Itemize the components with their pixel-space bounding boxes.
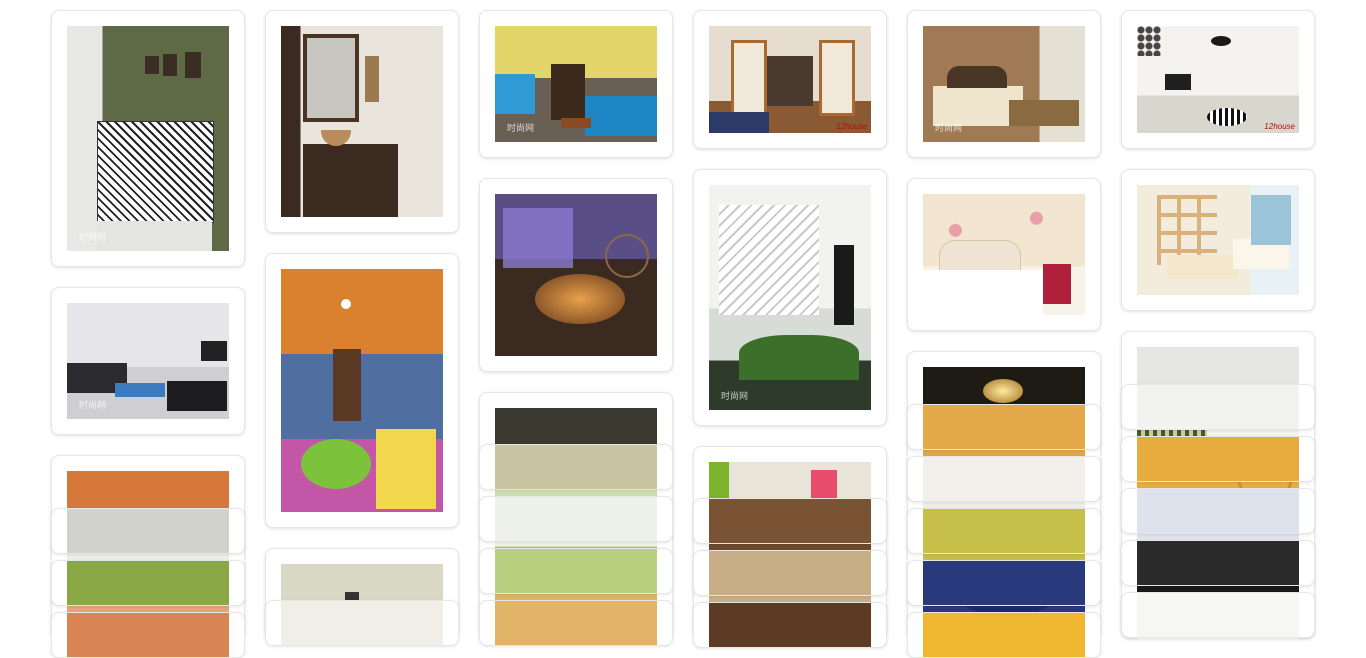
watermark: 时尚网 (721, 391, 749, 401)
loading-slice (265, 600, 459, 646)
photo-green-wall-cabinet[interactable]: 时尚网 (67, 26, 229, 251)
gallery-card-grey-living[interactable]: 时尚网 (51, 287, 245, 435)
loading-slice (51, 612, 245, 658)
photo-grey-living-room[interactable]: 时尚网 (67, 303, 229, 419)
watermark: 时尚网 (935, 123, 963, 133)
gallery-card-yellow-living[interactable]: 时尚网 (479, 10, 673, 158)
watermark-brand: 12house (1264, 122, 1295, 131)
gallery-card-candle-tub[interactable] (479, 178, 673, 372)
gallery-card-floral-bedroom[interactable] (907, 178, 1101, 331)
loading-slice (1121, 436, 1315, 482)
loading-slice (51, 508, 245, 554)
watermark: 时尚网 (507, 123, 535, 133)
photo-yellow-living-room[interactable]: 时尚网 (495, 26, 657, 142)
photo-wood-shelving-room[interactable] (1137, 185, 1299, 295)
gallery-card-white-living[interactable]: 12house (1121, 10, 1315, 149)
gallery-card-french-doors[interactable]: 12house (693, 10, 887, 149)
loading-slice (479, 496, 673, 542)
gallery-card-bathroom-vanity[interactable] (265, 10, 459, 233)
gallery-card-staircase[interactable]: 时尚网 (693, 169, 887, 426)
gallery-card-mosaic-bathroom[interactable] (265, 253, 459, 528)
photo-brown-bedroom[interactable]: 时尚网 (923, 26, 1085, 142)
gallery-card-cabinet[interactable]: 时尚网 (51, 10, 245, 267)
loading-slice (1121, 488, 1315, 534)
photo-glass-staircase[interactable]: 时尚网 (709, 185, 871, 410)
loading-slice (479, 548, 673, 594)
watermark: 时尚网 (79, 232, 107, 242)
photo-white-living-room[interactable]: 12house (1137, 26, 1299, 133)
loading-slice (693, 550, 887, 596)
loading-slice (907, 508, 1101, 554)
loading-slice (693, 498, 887, 544)
photo-mosaic-bathroom[interactable] (281, 269, 443, 512)
gallery-card-wood-shelving[interactable] (1121, 169, 1315, 311)
gallery-card-brown-bedroom[interactable]: 时尚网 (907, 10, 1101, 158)
loading-slice (693, 602, 887, 648)
loading-slice (907, 404, 1101, 450)
watermark: 时尚网 (79, 400, 107, 410)
loading-slice (1121, 384, 1315, 430)
loading-slice (1121, 540, 1315, 586)
loading-slice (479, 600, 673, 646)
loading-slice (907, 560, 1101, 606)
image-gallery: 时尚网 时尚网 时尚网 12house 时尚网 时尚网 12house (0, 0, 1366, 658)
loading-slice (479, 444, 673, 490)
watermark-brand: 12house (836, 122, 867, 131)
loading-slice (1121, 592, 1315, 638)
photo-bathroom-vanity[interactable] (281, 26, 443, 217)
photo-candle-lit-tub[interactable] (495, 194, 657, 356)
photo-floral-bedroom[interactable] (923, 194, 1085, 315)
loading-slice (907, 456, 1101, 502)
photo-bedroom-french-doors[interactable]: 12house (709, 26, 871, 133)
loading-slice (51, 560, 245, 606)
loading-slice (907, 612, 1101, 658)
